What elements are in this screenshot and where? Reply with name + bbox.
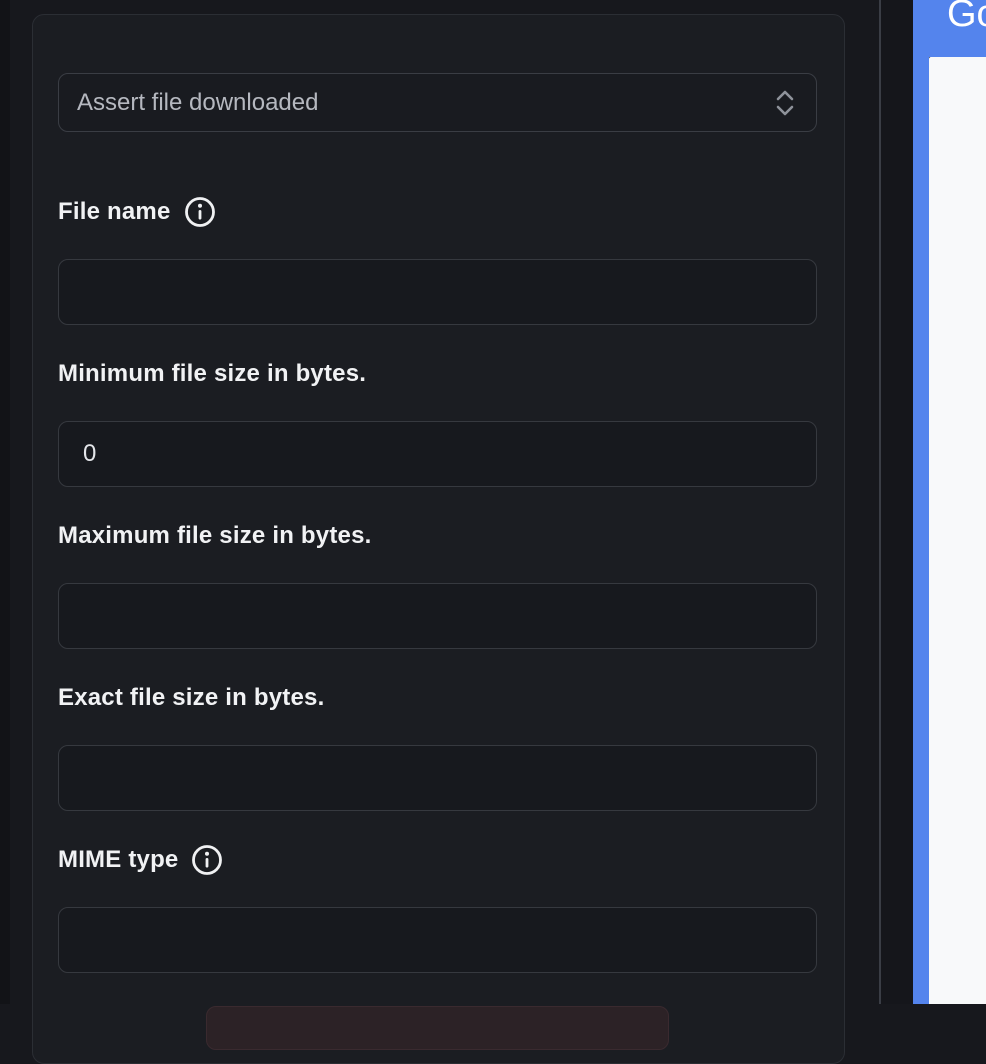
file-name-info-icon[interactable] [184,196,216,228]
file-name-input[interactable] [58,259,817,325]
chevron-up-down-icon [774,88,796,118]
preview-gutter [881,0,913,1004]
field-group-min-size: Minimum file size in bytes. [58,358,817,487]
field-label-row: Exact file size in bytes. [58,682,817,713]
exact-file-size-input[interactable] [58,745,817,811]
step-editor-card: Assert file downloaded File name Minimum… [32,14,845,1064]
field-group-file-name: File name [58,196,817,325]
max-file-size-input[interactable] [58,583,817,649]
preview-left-stripe [913,57,929,1004]
preview-heading-text: Go [947,0,986,35]
field-label-row: File name [58,196,817,227]
left-edge-strip [0,0,10,1004]
mime-type-label: MIME type [58,845,179,873]
file-name-label: File name [58,197,171,225]
preview-page-header: Go [913,0,986,57]
danger-action-button[interactable] [206,1006,669,1050]
step-action-select[interactable]: Assert file downloaded [58,73,817,132]
field-label-row: Minimum file size in bytes. [58,358,817,389]
field-label-row: Maximum file size in bytes. [58,520,817,551]
mime-type-info-icon[interactable] [191,844,223,876]
field-group-max-size: Maximum file size in bytes. [58,520,817,649]
step-action-select-value: Assert file downloaded [77,88,319,116]
max-file-size-label: Maximum file size in bytes. [58,521,372,549]
min-file-size-label: Minimum file size in bytes. [58,359,367,387]
mime-type-input[interactable] [58,907,817,973]
exact-file-size-label: Exact file size in bytes. [58,683,325,711]
min-file-size-input[interactable] [58,421,817,487]
preview-page-area [929,57,986,1004]
field-group-exact-size: Exact file size in bytes. [58,682,817,811]
field-label-row: MIME type [58,844,817,875]
field-group-mime-type: MIME type [58,844,817,973]
